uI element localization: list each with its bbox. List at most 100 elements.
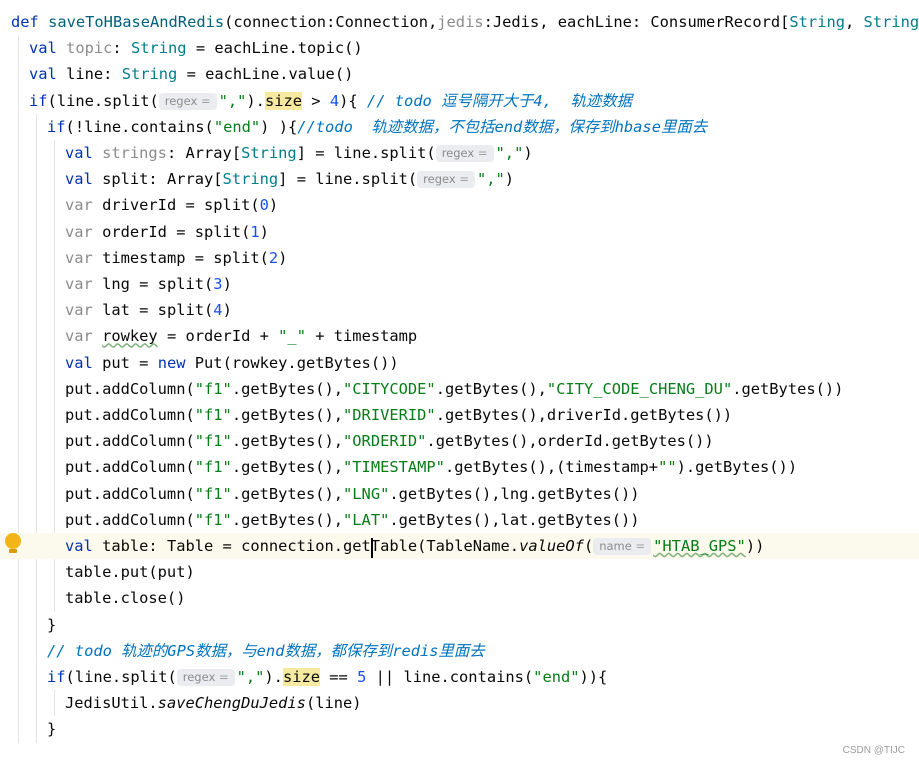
code-token: "DRIVERID" bbox=[343, 406, 436, 424]
code-line[interactable]: put.addColumn("f1".getBytes(),"LAT".getB… bbox=[0, 507, 919, 533]
code-line[interactable]: if(!line.contains("end") ){//todo 轨迹数据，不… bbox=[0, 114, 919, 140]
code-line[interactable]: val strings: Array[String] = line.split(… bbox=[0, 140, 919, 166]
code-token: put.addColumn( bbox=[65, 432, 195, 451]
code-token: .getBytes(), bbox=[231, 432, 344, 451]
code-line[interactable]: var lng = split(3) bbox=[0, 271, 919, 297]
code-text: table.close() bbox=[65, 585, 185, 611]
code-token: .getBytes(), bbox=[231, 510, 344, 529]
code-line[interactable]: val split: Array[String] = line.split(re… bbox=[0, 166, 919, 192]
code-token: "f1" bbox=[194, 379, 232, 398]
code-line[interactable]: def saveToHBaseAndRedis(connection:Conne… bbox=[0, 9, 919, 35]
code-token: put.addColumn( bbox=[65, 510, 195, 529]
code-line[interactable]: val put = new Put(rowkey.getBytes()) bbox=[0, 350, 919, 376]
code-token: > bbox=[302, 91, 330, 110]
code-token: put = bbox=[102, 353, 158, 372]
code-token: "end" bbox=[213, 117, 261, 136]
code-token: "f1" bbox=[194, 510, 232, 529]
code-line[interactable]: val line: String = eachLine.value() bbox=[0, 61, 919, 87]
code-token: .getBytes(),driverId.getBytes()) bbox=[435, 406, 733, 424]
code-token: saveToHBaseAndRedis bbox=[48, 13, 225, 31]
code-editor[interactable]: def saveToHBaseAndRedis(connection:Conne… bbox=[0, 0, 919, 764]
code-line[interactable]: put.addColumn("f1".getBytes(),"TIMESTAMP… bbox=[0, 454, 919, 480]
code-token: String bbox=[789, 13, 845, 31]
code-token: line: bbox=[66, 65, 122, 84]
code-token: ) bbox=[278, 248, 288, 267]
code-line[interactable]: // todo 轨迹的GPS数据，与end数据，都保存到redis里面去 bbox=[0, 638, 919, 664]
parameter-hint: regex = bbox=[158, 92, 217, 110]
code-line[interactable]: table.put(put) bbox=[0, 559, 919, 585]
code-token: table.close() bbox=[65, 589, 186, 608]
code-token: val bbox=[65, 170, 103, 189]
code-text: var orderId = split(1) bbox=[65, 219, 269, 245]
code-token: "f1" bbox=[194, 484, 232, 503]
code-token: || line.contains( bbox=[366, 668, 534, 686]
code-token: = eachLine.value() bbox=[177, 65, 354, 84]
code-token: 0 bbox=[259, 196, 269, 215]
code-token: } bbox=[47, 720, 57, 739]
code-token: .getBytes(), bbox=[231, 379, 344, 398]
code-token: "ORDERID" bbox=[343, 432, 427, 451]
code-token: val bbox=[65, 353, 103, 372]
code-line[interactable]: if(line.split(regex = ",").size > 4){ // … bbox=[0, 88, 919, 114]
code-token: "LNG" bbox=[343, 484, 390, 503]
code-line[interactable]: } bbox=[0, 716, 919, 742]
code-text: val put = new Put(rowkey.getBytes()) bbox=[65, 350, 399, 376]
code-token: ) bbox=[523, 144, 533, 162]
lightbulb-base bbox=[9, 549, 17, 553]
code-token: 3 bbox=[213, 275, 223, 293]
code-token: (line) bbox=[305, 694, 362, 713]
code-token: 5 bbox=[357, 668, 367, 686]
code-line[interactable]: } bbox=[0, 612, 919, 638]
code-token: "f1" bbox=[194, 432, 232, 451]
code-line[interactable]: var lat = split(4) bbox=[0, 297, 919, 323]
code-line[interactable]: JedisUtil.saveChengDuJedis(line) bbox=[0, 690, 919, 716]
code-token: .getBytes()) bbox=[732, 379, 844, 398]
code-line[interactable]: var orderId = split(1) bbox=[0, 219, 919, 245]
code-text: put.addColumn("f1".getBytes(),"CITYCODE"… bbox=[65, 376, 843, 402]
code-token: "," bbox=[236, 668, 265, 686]
code-line[interactable]: var rowkey = orderId + "_" + timestamp bbox=[0, 323, 919, 349]
code-token: (!line.contains( bbox=[65, 117, 214, 136]
code-token: "," bbox=[476, 170, 505, 189]
code-token: strings bbox=[102, 144, 167, 162]
code-token: table: Table = connection.getT bbox=[102, 537, 381, 555]
code-token: String bbox=[130, 39, 187, 58]
code-text: val strings: Array[String] = line.split(… bbox=[65, 140, 533, 166]
code-token: + timestamp bbox=[305, 327, 418, 346]
code-token: put.addColumn( bbox=[65, 484, 195, 503]
code-token: .getBytes(),lng.getBytes()) bbox=[389, 484, 640, 503]
code-token: : bbox=[112, 39, 131, 58]
code-token: val bbox=[29, 65, 67, 84]
code-line[interactable]: var driverId = split(0) bbox=[0, 192, 919, 218]
code-line[interactable]: put.addColumn("f1".getBytes(),"DRIVERID"… bbox=[0, 402, 919, 428]
code-line[interactable]: table.close() bbox=[0, 585, 919, 611]
code-text: put.addColumn("f1".getBytes(),"TIMESTAMP… bbox=[65, 454, 797, 480]
code-line[interactable]: put.addColumn("f1".getBytes(),"ORDERID".… bbox=[0, 428, 919, 454]
code-text: var driverId = split(0) bbox=[65, 192, 278, 218]
code-line[interactable]: var timestamp = split(2) bbox=[0, 245, 919, 271]
code-token: String bbox=[222, 170, 279, 189]
code-token: put.addColumn( bbox=[65, 406, 195, 424]
code-token: ) bbox=[268, 196, 279, 215]
code-token: .getBytes(),lat.getBytes()) bbox=[389, 510, 640, 529]
code-token: , bbox=[845, 13, 864, 31]
code-token: // todo 轨迹的GPS数据，与end数据，都保存到redis里面去 bbox=[47, 641, 485, 660]
code-text: var lng = split(3) bbox=[65, 271, 232, 297]
code-line[interactable]: put.addColumn("f1".getBytes(),"CITYCODE"… bbox=[0, 376, 919, 402]
text-caret bbox=[371, 538, 373, 558]
code-text: val topic: String = eachLine.topic() bbox=[29, 35, 363, 61]
code-token: valueOf bbox=[519, 537, 584, 555]
code-token: (connection:Connection, bbox=[224, 13, 438, 31]
lightbulb-icon[interactable] bbox=[5, 533, 21, 549]
code-text: put.addColumn("f1".getBytes(),"DRIVERID"… bbox=[65, 402, 732, 428]
code-token: ) bbox=[222, 275, 232, 293]
code-text: def saveToHBaseAndRedis(connection:Conne… bbox=[11, 9, 919, 35]
code-line[interactable]: val table: Table = connection.getTable(T… bbox=[0, 533, 919, 559]
code-line[interactable]: if(line.split(regex = ",").size == 5 || l… bbox=[0, 664, 919, 690]
code-token: Put(rowkey.getBytes()) bbox=[194, 353, 399, 372]
code-line[interactable]: val topic: String = eachLine.topic() bbox=[0, 35, 919, 61]
code-line[interactable]: put.addColumn("f1".getBytes(),"LNG".getB… bbox=[0, 481, 919, 507]
code-token: val bbox=[65, 144, 103, 162]
code-token: val bbox=[65, 537, 103, 555]
code-token: saveChengDuJedis bbox=[157, 694, 306, 713]
